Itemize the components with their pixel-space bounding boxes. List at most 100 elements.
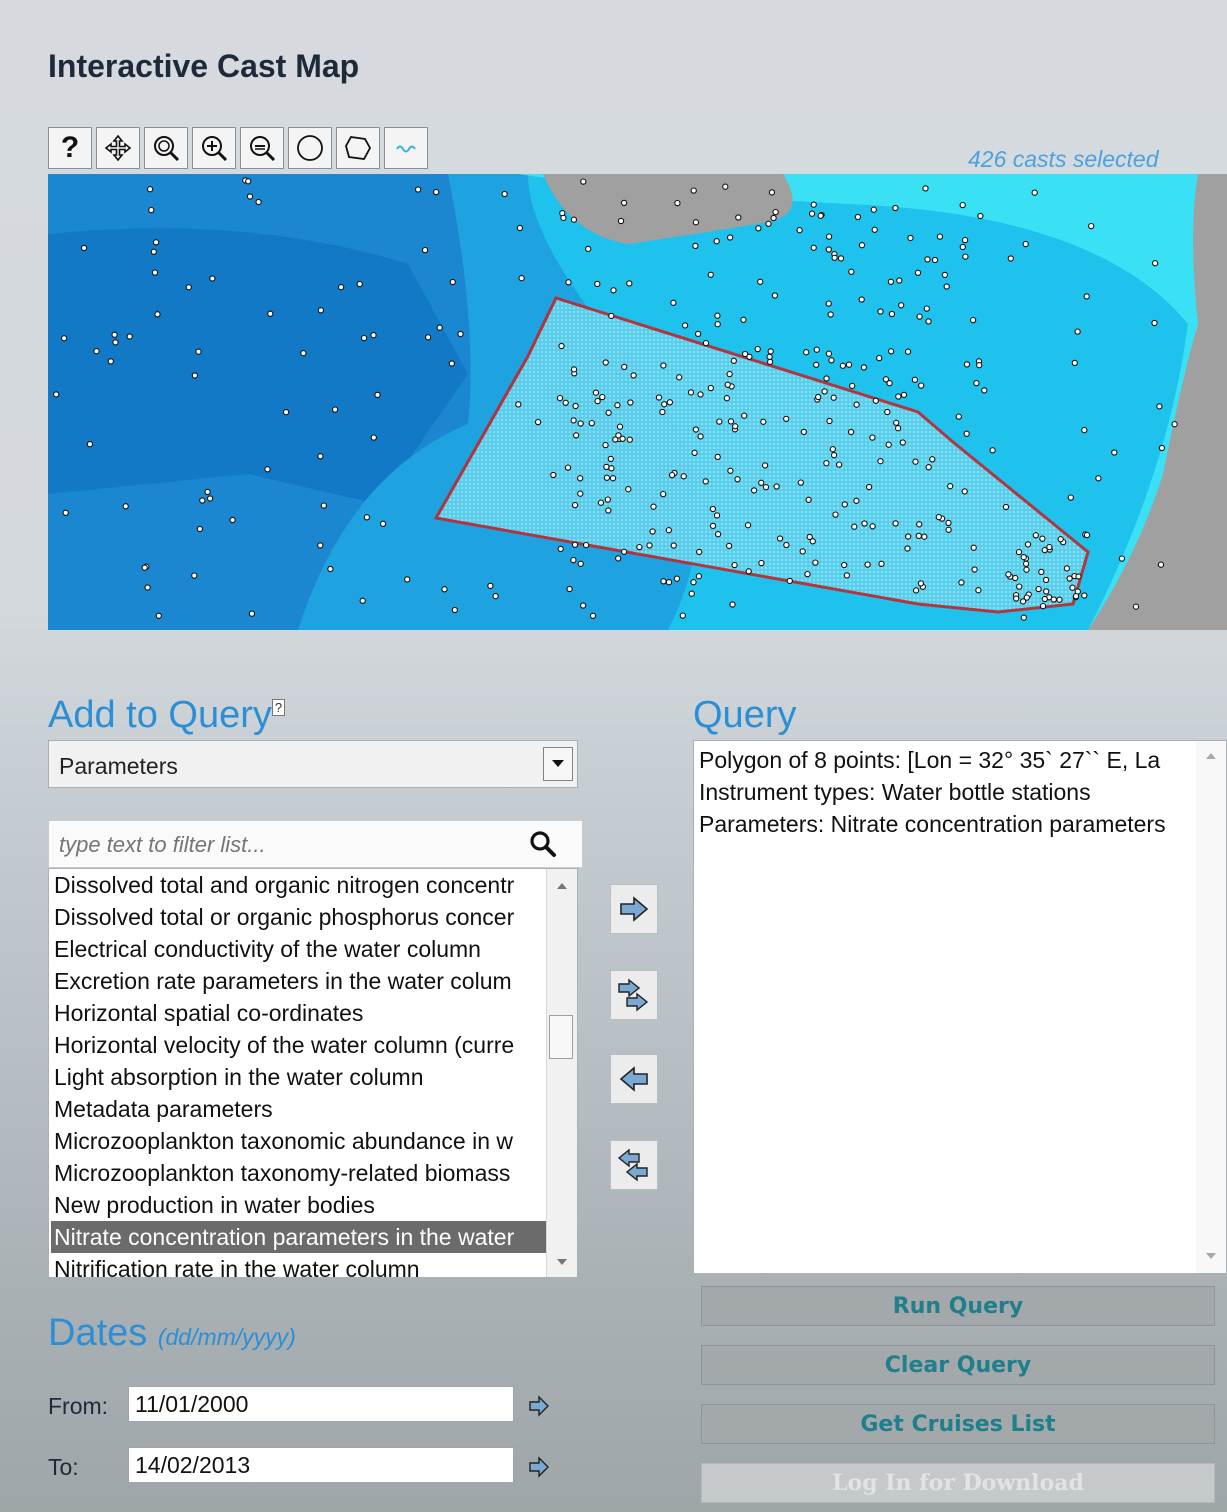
add-all-button[interactable] <box>610 970 658 1020</box>
cast-point <box>977 212 984 220</box>
zoom-out-icon <box>250 136 276 162</box>
cast-point <box>690 579 697 586</box>
cast-point <box>773 483 780 490</box>
query-scrollbar[interactable] <box>1196 741 1226 1273</box>
cast-point <box>327 565 334 573</box>
cast-point <box>771 292 779 299</box>
cast-point <box>1074 328 1081 335</box>
list-item[interactable]: Dissolved total and organic nitrogen con… <box>51 869 550 901</box>
apply-from-arrow-icon[interactable] <box>528 1395 550 1417</box>
query-line-instrument[interactable]: Instrument types: Water bottle stations <box>699 779 1091 806</box>
zoom-in-tool[interactable] <box>192 127 236 169</box>
help-icon[interactable]: ? <box>271 699 286 716</box>
list-scrollbar[interactable] <box>546 869 577 1277</box>
add-selected-button[interactable] <box>610 884 658 934</box>
cast-point <box>681 322 689 329</box>
cast-point <box>725 542 733 550</box>
list-item[interactable]: Light absorption in the water column <box>51 1061 550 1093</box>
cast-point <box>896 277 903 284</box>
cast-point <box>730 357 737 364</box>
pan-tool[interactable] <box>96 127 140 169</box>
list-item[interactable]: New production in water bodies <box>51 1189 550 1221</box>
map-canvas[interactable] <box>48 174 1227 630</box>
list-item[interactable]: Horizontal spatial co-ordinates <box>51 997 550 1029</box>
to-date-input[interactable]: 14/02/2013 <box>128 1447 514 1483</box>
cast-point <box>765 220 772 227</box>
query-list[interactable]: Polygon of 8 points: [Lon = 32° 35` 27``… <box>693 740 1227 1274</box>
circle-select-tool[interactable] <box>288 127 332 169</box>
dropdown-arrow[interactable] <box>543 747 573 781</box>
from-date-input[interactable]: 11/01/2000 <box>128 1386 514 1422</box>
cast-point <box>692 426 700 433</box>
cast-point <box>917 580 925 587</box>
cast-map[interactable] <box>48 174 1227 630</box>
cast-point <box>594 397 601 405</box>
apply-to-arrow-icon[interactable] <box>528 1456 550 1478</box>
cast-point <box>1069 584 1076 591</box>
query-line-polygon[interactable]: Polygon of 8 points: [Lon = 32° 35` 27``… <box>699 747 1160 774</box>
cast-point <box>320 502 327 509</box>
cast-point <box>1002 503 1010 511</box>
cast-point <box>1071 359 1078 367</box>
cast-point <box>805 496 812 503</box>
arrow-left-double-icon <box>617 1148 648 1182</box>
cast-point <box>849 382 856 390</box>
cast-point <box>825 300 832 307</box>
clear-query-button[interactable]: Clear Query <box>701 1345 1215 1385</box>
add-to-query-heading: Add to Query? <box>48 694 286 737</box>
cast-point <box>93 348 100 355</box>
cast-point <box>1151 319 1158 327</box>
cast-point <box>154 311 161 318</box>
search-icon[interactable] <box>528 829 558 859</box>
category-select[interactable]: Parameters <box>48 740 578 788</box>
scroll-down-icon[interactable] <box>549 1255 575 1269</box>
cast-point <box>300 350 307 357</box>
remove-all-button[interactable] <box>610 1140 658 1190</box>
cast-point <box>614 402 621 409</box>
cast-point <box>560 214 567 222</box>
cast-point <box>191 372 199 379</box>
cast-point <box>572 402 579 410</box>
scroll-up-icon[interactable] <box>549 879 575 893</box>
list-item[interactable]: Microzooplankton taxonomy-related biomas… <box>51 1157 550 1189</box>
list-item[interactable]: Metadata parameters <box>51 1093 550 1125</box>
cast-point <box>670 299 677 306</box>
cast-point <box>152 239 160 246</box>
scroll-up-icon[interactable] <box>1198 749 1224 763</box>
cast-point <box>826 417 833 425</box>
query-line-parameters[interactable]: Parameters: Nitrate concentration parame… <box>699 811 1166 838</box>
list-item[interactable]: Microzooplankton taxonomic abundance in … <box>51 1125 550 1157</box>
line-tool[interactable] <box>384 127 428 169</box>
filter-input[interactable] <box>57 829 511 861</box>
list-item[interactable]: Electrical conductivity of the water col… <box>51 933 550 965</box>
cast-point <box>1158 444 1166 452</box>
help-tool[interactable]: ? <box>48 127 92 169</box>
list-item-selected[interactable]: Nitrate concentration parameters in the … <box>51 1221 550 1253</box>
cast-point <box>914 269 922 276</box>
scroll-thumb[interactable] <box>549 1015 573 1059</box>
run-query-button[interactable]: Run Query <box>701 1286 1215 1326</box>
cast-point <box>144 584 151 591</box>
remove-selected-button[interactable] <box>610 1054 658 1104</box>
scroll-down-icon[interactable] <box>1198 1249 1224 1263</box>
zoom-out-tool[interactable] <box>240 127 284 169</box>
cast-point <box>916 313 923 320</box>
cast-point <box>122 503 129 510</box>
cast-point <box>1038 568 1045 576</box>
zoom-extent-tool[interactable] <box>144 127 188 169</box>
list-item[interactable]: Nitrification rate in the water column <box>51 1253 550 1277</box>
cast-point <box>620 199 628 207</box>
cast-point <box>947 483 954 490</box>
list-item[interactable]: Excretion rate parameters in the water c… <box>51 965 550 997</box>
cast-point <box>577 490 584 497</box>
parameter-list[interactable]: Dissolved total and organic nitrogen con… <box>48 868 578 1278</box>
cast-point <box>847 428 855 436</box>
list-item[interactable]: Horizontal velocity of the water column … <box>51 1029 550 1061</box>
get-cruises-list-button[interactable]: Get Cruises List <box>701 1404 1215 1444</box>
list-item[interactable]: Dissolved total or organic phosphorus co… <box>51 901 550 933</box>
cast-point <box>1022 240 1029 248</box>
cast-point <box>694 330 702 338</box>
arrow-right-double-icon <box>618 978 649 1012</box>
cast-point <box>1171 421 1178 428</box>
polygon-select-tool[interactable] <box>336 127 380 169</box>
